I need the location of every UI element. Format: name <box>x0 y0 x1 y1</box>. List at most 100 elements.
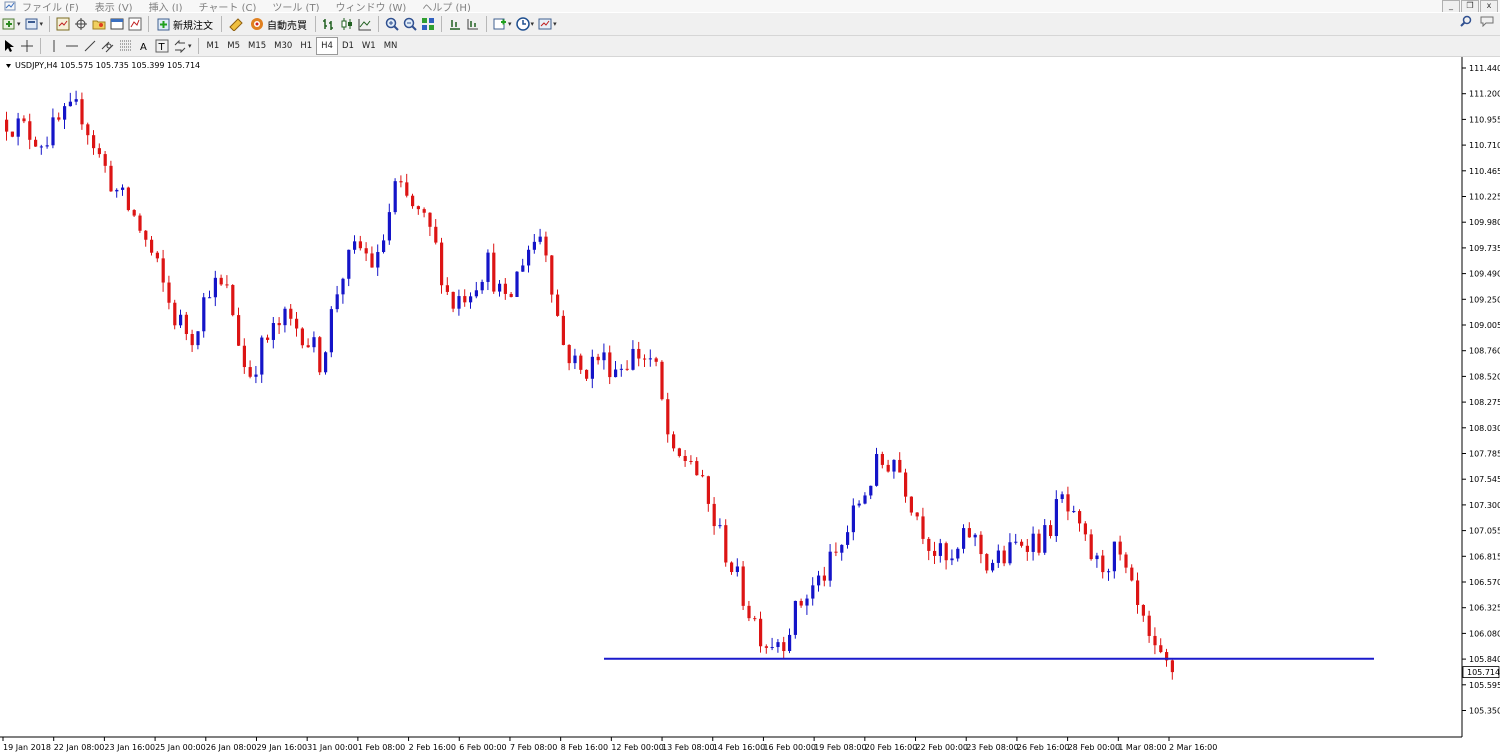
navigator-button[interactable] <box>91 15 107 33</box>
time-tick-label: 1 Mar 08:00 <box>1118 743 1166 752</box>
candle-chart-button[interactable] <box>339 15 355 33</box>
candle-body <box>283 308 287 326</box>
candle-body <box>370 253 374 268</box>
price-tick-label: 105.350 <box>1469 707 1500 716</box>
menu-view[interactable]: 表示 (V) <box>95 0 133 13</box>
candle-body <box>358 241 362 249</box>
fibonacci-button[interactable] <box>118 37 134 55</box>
tile-windows-button[interactable] <box>420 15 436 33</box>
bar-chart-button[interactable] <box>321 15 337 33</box>
tile-windows-icon <box>422 18 435 30</box>
candle-body <box>422 209 426 213</box>
tf-d1[interactable]: D1 <box>338 38 358 54</box>
tf-mn[interactable]: MN <box>380 38 402 54</box>
candle-body <box>248 367 252 377</box>
candle-body <box>556 294 560 316</box>
time-tick-label: 22 Feb 00:00 <box>916 743 968 752</box>
new-order-button[interactable]: 新規注文 <box>153 17 217 32</box>
tf-m30[interactable]: M30 <box>270 38 296 54</box>
line-chart-button[interactable] <box>357 15 373 33</box>
candle-body <box>231 285 235 316</box>
profiles-button[interactable]: ▾ <box>24 15 45 33</box>
arrows-button[interactable]: ▾ <box>172 37 193 55</box>
chat-icon[interactable] <box>1480 15 1494 27</box>
candlestick-icon <box>341 18 353 30</box>
candle-body <box>880 453 884 465</box>
menu-window[interactable]: ウィンドウ (W) <box>335 0 406 13</box>
data-window-button[interactable] <box>73 15 89 33</box>
candle-body <box>480 281 484 291</box>
price-tick-label: 105.595 <box>1469 681 1500 690</box>
chart-background <box>0 57 1500 755</box>
crosshair-button[interactable] <box>19 37 35 55</box>
folder-star-icon <box>92 20 106 30</box>
candle-body <box>1170 660 1174 673</box>
candle-body <box>793 600 797 635</box>
tf-w1[interactable]: W1 <box>358 38 380 54</box>
minimize-button[interactable]: _ <box>1442 0 1460 12</box>
vertical-line-button[interactable] <box>46 37 62 55</box>
candle-body <box>770 647 774 649</box>
menu-file[interactable]: ファイル (F) <box>22 0 79 13</box>
time-tick-label: 7 Feb 08:00 <box>510 743 557 752</box>
candle-body <box>869 485 873 496</box>
close-button[interactable]: x <box>1480 0 1498 12</box>
candle-body <box>312 337 316 348</box>
chart-shift-button[interactable] <box>447 15 463 33</box>
text-button[interactable]: A <box>136 37 152 55</box>
horizontal-line-button[interactable] <box>64 37 80 55</box>
candle-body <box>335 294 339 310</box>
time-tick-label: 23 Feb 08:00 <box>966 743 1018 752</box>
zoom-in-button[interactable] <box>384 15 400 33</box>
menu-insert[interactable]: 挿入 (I) <box>149 0 183 13</box>
candle-body <box>677 448 681 456</box>
candle-body <box>341 278 345 295</box>
candle-body <box>1020 541 1024 546</box>
text-label-button[interactable]: T <box>154 37 170 55</box>
templates-button[interactable]: ▾ <box>537 15 558 33</box>
current-price-tag: 105.714 <box>1462 666 1500 678</box>
candle-body <box>625 368 629 370</box>
strategy-tester-button[interactable] <box>127 15 143 33</box>
autoscroll-button[interactable] <box>465 15 481 33</box>
menu-chart[interactable]: チャート (C) <box>199 0 257 13</box>
price-tick-label: 110.225 <box>1469 193 1500 202</box>
candle-body <box>643 358 647 360</box>
channel-icon <box>101 41 114 53</box>
menu-help[interactable]: ヘルプ (H) <box>422 0 471 13</box>
candle-body <box>51 117 55 146</box>
chart-window[interactable]: USDJPY,H4 105.575 105.735 105.399 105.71… <box>0 57 1500 755</box>
price-tick-label: 108.275 <box>1469 398 1500 407</box>
market-watch-button[interactable] <box>55 15 71 33</box>
new-order-icon <box>157 18 170 30</box>
channel-button[interactable] <box>100 37 116 55</box>
candle-body <box>34 139 38 147</box>
candle-body <box>498 283 502 292</box>
search-icon[interactable] <box>1460 15 1472 27</box>
tf-m15[interactable]: M15 <box>244 38 270 54</box>
candle-body <box>451 291 455 309</box>
candle-body <box>909 496 913 513</box>
candle-body <box>654 358 658 362</box>
candle-body <box>509 293 513 297</box>
cursor-button[interactable] <box>1 37 17 55</box>
restore-button[interactable]: ❐ <box>1461 0 1479 12</box>
candle-body <box>741 566 745 606</box>
price-tick-label: 109.980 <box>1469 218 1500 227</box>
tf-h1[interactable]: H1 <box>296 38 316 54</box>
terminal-button[interactable] <box>109 15 125 33</box>
meta-editor-button[interactable] <box>227 15 245 33</box>
tf-m5[interactable]: M5 <box>223 38 244 54</box>
tf-h4[interactable]: H4 <box>316 37 338 55</box>
candle-body <box>1147 615 1151 636</box>
indicators-button[interactable]: ▾ <box>492 15 513 33</box>
auto-trading-button[interactable]: 自動売買 <box>246 17 311 32</box>
menu-tools[interactable]: ツール (T) <box>272 0 319 13</box>
periods-button[interactable]: ▾ <box>515 15 536 33</box>
trendline-button[interactable] <box>82 37 98 55</box>
price-chart[interactable]: USDJPY,H4 105.575 105.735 105.399 105.71… <box>0 57 1500 755</box>
zoom-out-button[interactable] <box>402 15 418 33</box>
tf-m1[interactable]: M1 <box>203 38 224 54</box>
new-order-label: 新規注文 <box>173 20 214 32</box>
new-chart-button[interactable]: ▾ <box>1 15 22 33</box>
